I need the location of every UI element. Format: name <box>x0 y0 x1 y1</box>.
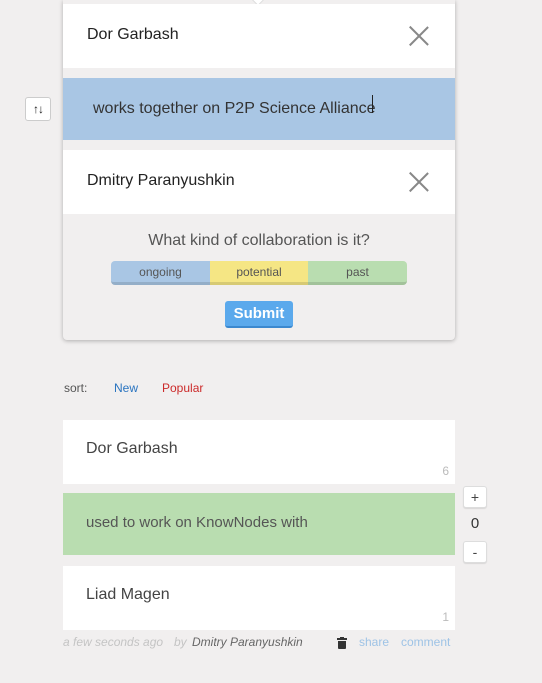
person-b-box: Dmitry Paranyushkin <box>63 150 455 214</box>
connection-person-a[interactable]: Dor Garbash 6 <box>63 420 455 484</box>
remove-person-a-icon[interactable] <box>409 26 429 46</box>
share-link[interactable]: share <box>359 635 389 649</box>
option-potential[interactable]: potential <box>210 261 308 285</box>
comment-link[interactable]: comment <box>401 635 450 649</box>
option-ongoing[interactable]: ongoing <box>111 261 210 285</box>
connection-person-b-count: 1 <box>442 610 449 624</box>
trash-can <box>338 641 346 649</box>
relation-input[interactable] <box>63 78 455 140</box>
connection-relation[interactable]: used to work on KnowNodes with <box>63 493 455 555</box>
person-a-box: Dor Garbash <box>63 4 455 68</box>
trash-lid <box>337 638 347 640</box>
submit-button[interactable]: Submit <box>225 301 293 328</box>
connection-person-a-name: Dor Garbash <box>86 440 178 457</box>
sort-popular-link[interactable]: Popular <box>162 381 203 395</box>
sort-new-link[interactable]: New <box>114 381 138 395</box>
meta-author-link[interactable]: Dmitry Paranyushkin <box>192 635 303 649</box>
connection-person-a-count: 6 <box>442 464 449 478</box>
option-past[interactable]: past <box>308 261 407 285</box>
sort-label: sort: <box>64 381 88 395</box>
person-a-name: Dor Garbash <box>87 26 179 43</box>
remove-person-b-icon[interactable] <box>409 172 429 192</box>
collaboration-question: What kind of collaboration is it? <box>148 232 370 249</box>
meta-timestamp: a few seconds ago <box>63 635 164 649</box>
connection-form: Dor Garbash Dmitry Paranyushkin What kin… <box>63 0 455 340</box>
vote-down-button[interactable]: - <box>463 541 487 563</box>
text-caret <box>372 95 373 113</box>
vote-count: 0 <box>470 515 480 532</box>
trash-icon[interactable] <box>337 637 347 649</box>
meta-by: by <box>174 635 187 649</box>
connection-person-b[interactable]: Liad Magen 1 <box>63 566 455 630</box>
person-b-name: Dmitry Paranyushkin <box>87 172 235 189</box>
connection-relation-text: used to work on KnowNodes with <box>86 514 308 531</box>
connection-person-b-name: Liad Magen <box>86 586 170 603</box>
swap-direction-button[interactable]: ↑↓ <box>25 97 51 121</box>
vote-up-button[interactable]: + <box>463 486 487 508</box>
